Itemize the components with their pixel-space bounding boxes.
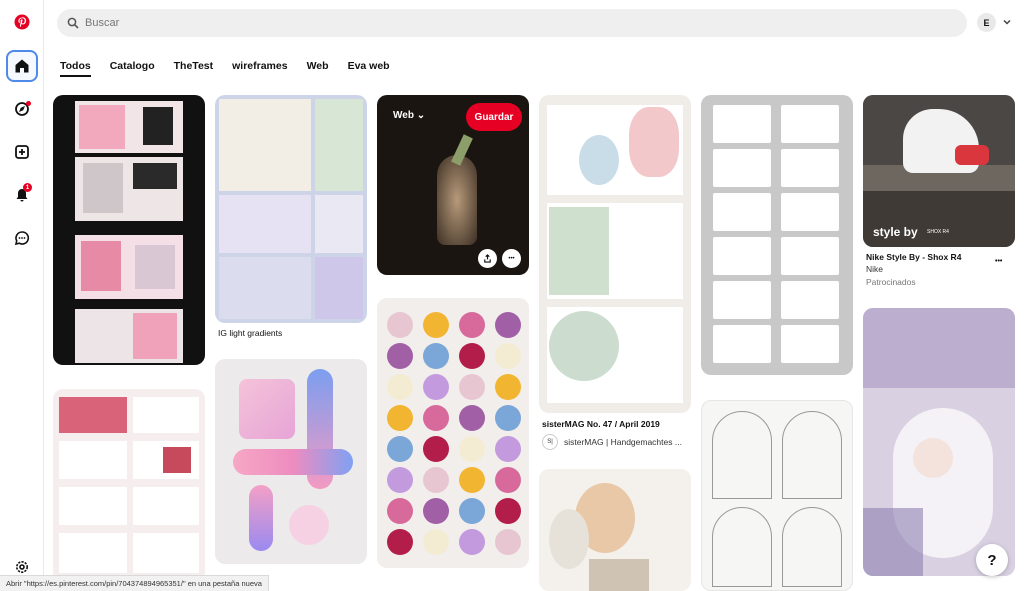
wireframe-page (713, 105, 771, 143)
search-bar[interactable] (57, 9, 967, 37)
pin-orchid-chart[interactable] (377, 298, 529, 568)
orchid-swatch (459, 498, 485, 524)
sidebar: 1 (0, 0, 44, 591)
explore-icon[interactable] (6, 93, 38, 125)
pin-nike-brand[interactable]: Nike (866, 264, 883, 275)
pin-gradient-shapes[interactable] (215, 359, 367, 564)
sistermag-avatar: S| (542, 434, 558, 450)
chevron-down-icon[interactable] (1002, 17, 1012, 27)
pin-wireframe-grid[interactable] (701, 95, 853, 375)
wireframe-page (781, 281, 839, 319)
share-icon[interactable] (478, 249, 497, 268)
orchid-swatch (423, 467, 449, 493)
search-input[interactable] (85, 17, 885, 29)
tab-todos[interactable]: Todos (60, 60, 91, 77)
pin-sistermag-source[interactable]: S| sisterMAG | Handgemachtes ... (542, 434, 682, 450)
save-button[interactable]: Guardar (466, 103, 522, 131)
wireframe-page (781, 325, 839, 363)
orchid-swatch (387, 498, 413, 524)
orchid-swatch (495, 498, 521, 524)
pin-vintage-angel[interactable] (539, 469, 691, 591)
status-bar-url: Abrir "https://es.pinterest.com/pin/7043… (0, 575, 269, 591)
orchid-swatch (387, 467, 413, 493)
orchid-swatch (387, 343, 413, 369)
tab-web[interactable]: Web (307, 60, 329, 77)
board-tabs: Todos Catalogo TheTest wireframes Web Ev… (60, 60, 409, 77)
orchid-swatch (423, 343, 449, 369)
orchid-swatch (423, 529, 449, 555)
orchid-swatch (459, 374, 485, 400)
home-icon[interactable] (6, 50, 38, 82)
orchid-swatch (459, 436, 485, 462)
pin-nike-promoted: Patrocinados (866, 277, 916, 287)
nike-image-text: style by (873, 225, 918, 239)
more-options-icon[interactable]: ••• (502, 249, 521, 268)
tab-wireframes[interactable]: wireframes (232, 60, 287, 77)
orchid-swatch (495, 436, 521, 462)
orchid-swatch (495, 312, 521, 338)
orchid-swatch (459, 405, 485, 431)
wireframe-page (713, 237, 771, 275)
orchid-swatch (495, 343, 521, 369)
messages-icon[interactable] (6, 222, 38, 254)
orchid-swatch (387, 529, 413, 555)
tab-eva-web[interactable]: Eva web (348, 60, 390, 77)
wireframe-page (781, 193, 839, 231)
orchid-swatch (423, 436, 449, 462)
avatar[interactable]: E (977, 13, 996, 32)
pin-ig-light-gradients-title[interactable]: IG light gradients (218, 328, 282, 339)
sistermag-title-text: sisterMAG No. 47 / April 2019 (542, 419, 660, 429)
pin-nike-shox[interactable]: style by SHOX R4 (863, 95, 1015, 247)
orchid-swatch (387, 312, 413, 338)
pin-magazine-pink[interactable] (53, 95, 205, 365)
orchid-swatch (423, 374, 449, 400)
orchid-swatch (495, 529, 521, 555)
orchid-swatch (495, 405, 521, 431)
wireframe-page (713, 325, 771, 363)
orchid-swatch (459, 343, 485, 369)
wireframe-page (781, 105, 839, 143)
orchid-swatch (459, 467, 485, 493)
pin-sistermag-title[interactable]: sisterMAG No. 47 / April 2019 (542, 419, 660, 430)
orchid-swatch (459, 312, 485, 338)
orchid-swatch (387, 405, 413, 431)
orchid-swatch (423, 405, 449, 431)
pin-pink-presentation[interactable] (53, 389, 205, 591)
pin-line-art-flowers[interactable] (701, 400, 853, 591)
wireframe-page (713, 281, 771, 319)
orchid-swatch (423, 498, 449, 524)
orchid-swatch (495, 467, 521, 493)
wireframe-page (781, 237, 839, 275)
pin-nike-title[interactable]: Nike Style By - Shox R4 (866, 252, 961, 263)
tab-catalogo[interactable]: Catalogo (110, 60, 155, 77)
explore-new-dot (26, 101, 31, 106)
orchid-swatch (495, 374, 521, 400)
wireframe-page (713, 149, 771, 187)
notifications-icon[interactable]: 1 (6, 179, 38, 211)
nike-more-options-icon[interactable]: ••• (995, 256, 1002, 267)
orchid-swatch (459, 529, 485, 555)
board-select[interactable]: Web ⌄ (393, 110, 425, 121)
orchid-swatch (423, 312, 449, 338)
sistermag-source-text: sisterMAG | Handgemachtes ... (564, 436, 682, 447)
pin-sistermag[interactable] (539, 95, 691, 413)
notifications-badge: 1 (23, 183, 32, 192)
wireframe-page (781, 149, 839, 187)
help-button[interactable]: ? (976, 544, 1008, 576)
create-icon[interactable] (6, 136, 38, 168)
nike-image-small: SHOX R4 (927, 229, 949, 235)
orchid-swatch (387, 374, 413, 400)
pinterest-logo-icon[interactable] (6, 6, 38, 38)
pin-anime-illustration[interactable] (863, 308, 1015, 576)
nike-title-text: Nike Style By - Shox R4 (866, 252, 962, 262)
board-select-label: Web (393, 110, 414, 121)
orchid-swatch (387, 436, 413, 462)
pin-ig-light-gradients[interactable] (215, 95, 367, 323)
wireframe-page (713, 193, 771, 231)
search-icon (67, 17, 79, 29)
tab-thetest[interactable]: TheTest (174, 60, 213, 77)
